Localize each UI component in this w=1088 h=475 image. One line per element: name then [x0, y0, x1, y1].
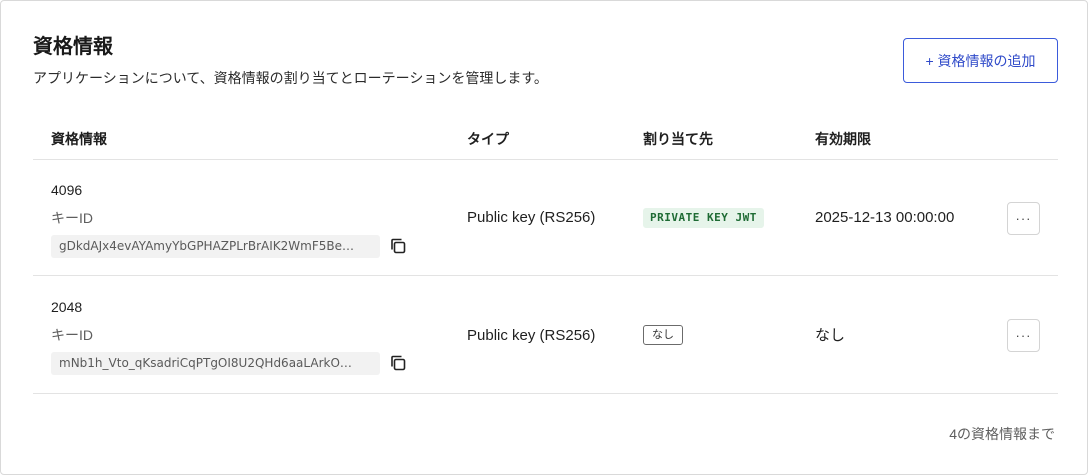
- credential-limit-text: 4の資格情報まで: [949, 426, 1055, 442]
- credential-type: Public key (RS256): [467, 209, 596, 226]
- column-header-credential: 資格情報: [51, 131, 107, 147]
- credential-type: Public key (RS256): [467, 327, 596, 344]
- credential-expiry: なし: [815, 327, 846, 344]
- key-id-label: キーID: [51, 210, 93, 226]
- more-actions-button[interactable]: ···: [1007, 319, 1040, 352]
- copy-icon[interactable]: [389, 354, 407, 372]
- credential-name: 4096: [51, 182, 83, 198]
- row-divider: [33, 393, 1058, 394]
- credential-expiry: 2025-12-13 00:00:00: [815, 209, 955, 226]
- status-badge: なし: [643, 325, 683, 345]
- add-credential-button[interactable]: + 資格情報の追加: [903, 38, 1058, 83]
- more-horizontal-icon: ···: [1015, 328, 1032, 343]
- credentials-card: 資格情報 アプリケーションについて、資格情報の割り当てとローテーションを管理しま…: [0, 0, 1088, 475]
- row-divider: [33, 275, 1058, 276]
- column-header-expiry: 有効期限: [815, 131, 871, 147]
- credential-name: 2048: [51, 299, 83, 315]
- more-horizontal-icon: ···: [1015, 211, 1032, 226]
- page-title: 資格情報: [33, 36, 113, 58]
- key-id-value: mNb1h_Vto_qKsadriCqPTgOI8U2QHd6aaLArkO…: [51, 352, 380, 375]
- more-actions-button[interactable]: ···: [1007, 202, 1040, 235]
- key-id-value: gDkdAJx4evAYAmyYbGPHAZPLrBrAIK2WmF5Be…: [51, 235, 380, 258]
- copy-icon[interactable]: [389, 237, 407, 255]
- page-subtitle: アプリケーションについて、資格情報の割り当てとローテーションを管理します。: [33, 70, 548, 86]
- status-badge: PRIVATE KEY JWT: [643, 208, 764, 228]
- key-id-label: キーID: [51, 327, 93, 343]
- header-divider: [33, 159, 1058, 160]
- column-header-assigned: 割り当て先: [643, 131, 713, 147]
- column-header-type: タイプ: [467, 131, 509, 147]
